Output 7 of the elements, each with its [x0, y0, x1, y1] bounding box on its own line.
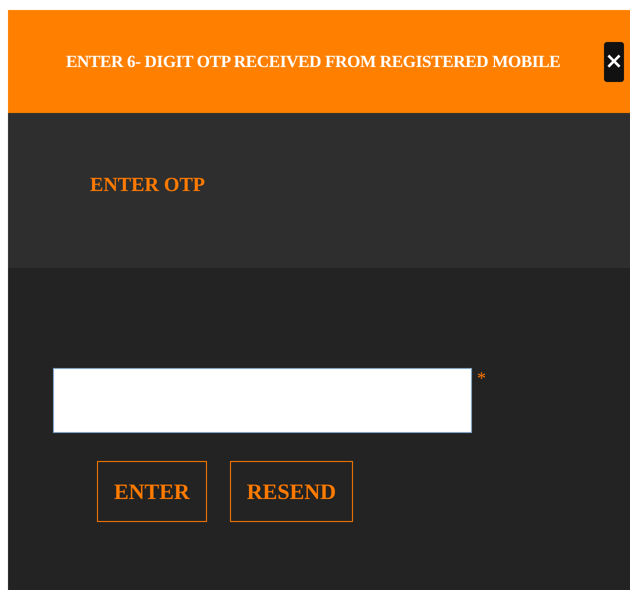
otp-input-field[interactable]	[53, 368, 472, 433]
required-mark: *	[477, 368, 486, 389]
section-label: ENTER OTP	[90, 174, 206, 197]
resend-button[interactable]: RESEND	[230, 461, 354, 522]
close-button[interactable]: ×	[604, 42, 624, 82]
enter-button[interactable]: ENTER	[97, 461, 207, 522]
dialog-title: ENTER 6- DIGIT OTP RECEIVED FROM REGISTERED MOBILE	[66, 52, 562, 72]
